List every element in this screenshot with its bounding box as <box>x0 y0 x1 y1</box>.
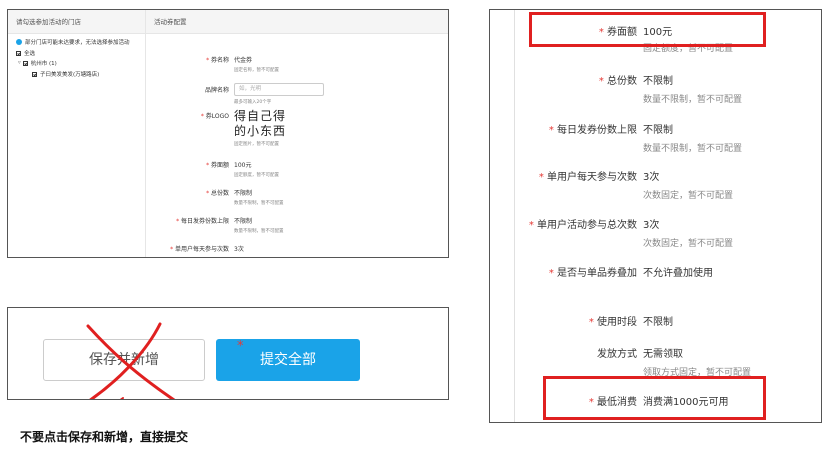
store-select-header: 请勾选参加活动的门店 <box>8 10 145 34</box>
cross-out-mark <box>86 322 176 399</box>
tree-toggle-icon[interactable]: ▿ <box>18 60 21 66</box>
select-all-checkbox[interactable]: 全选 <box>16 49 35 57</box>
logo-image: 得自己得 的小东西 <box>234 109 287 138</box>
coupon-form-column: 活动券配置 * 券名称 代金券 固定名称，暂不可配置 品牌名称 如，光明 最多可… <box>146 10 448 257</box>
store-checkbox[interactable]: 子曰美发美发(万塘路店) <box>32 70 99 78</box>
store-select-column: 请勾选参加活动的门店 部分门店可能未达要求，无法选择参加活动 全选 ▿ 杭州市 … <box>8 10 146 257</box>
coupon-config-header: 活动券配置 <box>146 10 448 34</box>
action-buttons-panel: 保存并新增 提交全部 * <box>7 307 449 400</box>
coupon-config-panel: 请勾选参加活动的门店 部分门店可能未达要求，无法选择参加活动 全选 ▿ 杭州市 … <box>7 9 449 258</box>
checkbox-icon <box>22 60 28 66</box>
info-icon <box>16 39 22 45</box>
store-note: 部分门店可能未达要求，无法选择参加活动 <box>16 38 130 46</box>
instruction-text: 不要点击保存和新增，直接提交 <box>20 430 189 444</box>
highlight-min-spend <box>543 376 766 420</box>
divider <box>514 10 515 422</box>
city-tree-node[interactable]: ▿ 杭州市 (1) <box>18 59 57 67</box>
highlight-face-value <box>529 12 766 47</box>
checkbox-icon <box>32 71 37 77</box>
required-asterisk: * <box>237 339 244 354</box>
coupon-detail-panel: * 券面额 100元 固定额度，暂不可配置 * 总份数 不限制 数量不限制，暂不… <box>489 9 822 423</box>
checkbox-icon <box>16 50 21 56</box>
brand-name-input[interactable]: 如，光明 <box>234 83 324 96</box>
